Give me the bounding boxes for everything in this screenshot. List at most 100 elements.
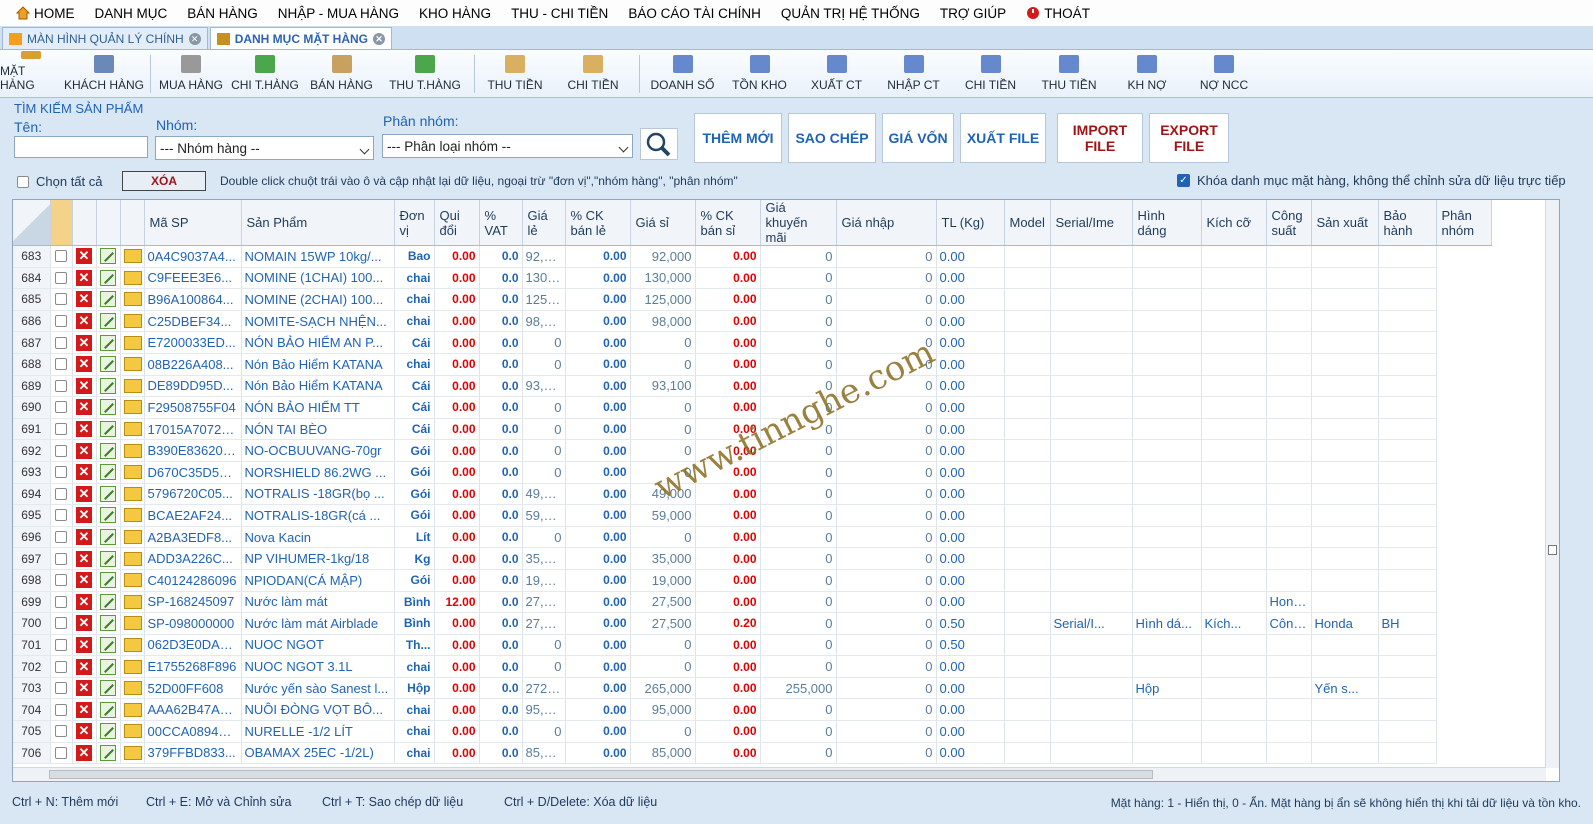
folder-icon[interactable] — [123, 659, 142, 674]
edit-icon[interactable] — [100, 658, 116, 675]
table-cell[interactable]: chai — [394, 353, 435, 376]
table-cell[interactable]: Serial/I... — [1050, 612, 1133, 635]
edit-icon[interactable] — [100, 593, 116, 610]
table-cell[interactable] — [1050, 742, 1133, 765]
table-cell[interactable]: 95,000 — [630, 698, 696, 722]
row-folder[interactable] — [120, 526, 145, 549]
table-cell[interactable]: Gói — [394, 439, 435, 462]
table-cell[interactable]: 0.00 — [434, 439, 480, 462]
table-cell[interactable]: 0 — [836, 634, 937, 657]
folder-icon[interactable] — [123, 681, 142, 696]
table-cell[interactable]: 0 — [760, 612, 837, 635]
row-checkbox[interactable] — [50, 720, 73, 743]
edit-icon[interactable] — [100, 507, 116, 524]
table-cell[interactable] — [1378, 677, 1437, 700]
table-cell[interactable]: 0 — [836, 677, 937, 700]
table-cell[interactable]: 0.00 — [695, 547, 761, 570]
table-cell[interactable] — [1311, 418, 1379, 441]
table-cell[interactable] — [1378, 418, 1437, 441]
table-cell[interactable]: 0.00 — [434, 461, 480, 484]
name-input[interactable] — [14, 136, 148, 158]
row-delete[interactable]: ✕ — [72, 526, 97, 549]
table-cell[interactable]: 0.00 — [565, 353, 631, 376]
table-row[interactable]: 695 ✕ BCAE2AF24... NOTRALIS-18GR(cá ... Gói 0… — [13, 504, 1546, 527]
table-cell[interactable]: Cái — [394, 331, 435, 354]
table-cell[interactable]: 0.00 — [695, 655, 761, 678]
row-edit[interactable] — [96, 569, 121, 592]
col-header[interactable]: Sản xuất — [1311, 200, 1379, 246]
toolbar-button-0[interactable]: MẶT HÀNG — [0, 51, 62, 97]
table-cell[interactable]: 49,000 — [630, 483, 696, 506]
edit-icon[interactable] — [100, 442, 116, 459]
table-row[interactable]: 686 ✕ C25DBEF34... NOMITE-SẠCH NHỆN... chai 0… — [13, 310, 1546, 333]
row-checkbox[interactable] — [50, 245, 73, 268]
table-cell[interactable] — [1266, 526, 1312, 549]
row-checkbox[interactable] — [50, 591, 73, 614]
table-cell[interactable] — [1378, 245, 1437, 268]
folder-icon[interactable] — [123, 400, 142, 415]
table-cell[interactable] — [1004, 418, 1051, 441]
delete-icon[interactable]: ✕ — [76, 723, 92, 740]
table-cell[interactable]: Gói — [394, 461, 435, 484]
row-delete[interactable]: ✕ — [72, 634, 97, 657]
table-cell[interactable]: 0.00 — [565, 591, 631, 614]
row-folder[interactable] — [120, 634, 145, 657]
edit-icon[interactable] — [100, 399, 116, 416]
table-cell[interactable] — [1050, 331, 1133, 354]
folder-icon[interactable] — [123, 357, 142, 372]
table-row[interactable]: 694 ✕ 5796720C05... NOTRALIS -18GR(bọ ... Gó… — [13, 483, 1546, 506]
table-cell[interactable]: 0.00 — [434, 245, 480, 268]
table-cell[interactable] — [1050, 569, 1133, 592]
table-cell[interactable]: 0.00 — [695, 310, 761, 333]
toolbar-button-13[interactable]: THU TIỀN — [1029, 51, 1109, 97]
row-delete[interactable]: ✕ — [72, 504, 97, 527]
table-cell[interactable] — [1132, 375, 1202, 398]
table-cell[interactable]: Nova Kacin — [241, 526, 395, 549]
table-cell[interactable]: DE89DD95D... — [144, 375, 242, 398]
table-cell[interactable]: 0.00 — [695, 569, 761, 592]
checkbox[interactable] — [55, 358, 67, 371]
table-cell[interactable] — [1266, 439, 1312, 462]
row-delete[interactable]: ✕ — [72, 698, 97, 722]
table-cell[interactable]: 95,000 — [522, 698, 566, 722]
table-cell[interactable]: 00CCA0894E... — [144, 720, 242, 743]
table-cell[interactable]: 85,000 — [630, 742, 696, 765]
table-cell[interactable]: 0.0 — [479, 331, 523, 354]
table-cell[interactable]: 35,000 — [522, 547, 566, 570]
table-cell[interactable]: 0.00 — [434, 375, 480, 398]
col-header[interactable]: Giá nhập — [836, 200, 937, 246]
table-cell[interactable] — [1378, 483, 1437, 506]
checkbox[interactable] — [55, 466, 67, 479]
table-cell[interactable] — [1132, 310, 1202, 333]
table-cell[interactable]: 0 — [836, 720, 937, 743]
edit-icon[interactable] — [100, 744, 116, 761]
table-cell[interactable] — [1266, 418, 1312, 441]
table-cell[interactable] — [1132, 483, 1202, 506]
table-cell[interactable]: 98,000 — [522, 310, 566, 333]
delete-icon[interactable]: ✕ — [76, 269, 92, 286]
table-cell[interactable]: 0.20 — [695, 612, 761, 635]
edit-icon[interactable] — [100, 723, 116, 740]
table-cell[interactable]: 0.0 — [479, 634, 523, 657]
table-cell[interactable]: 0 — [760, 591, 837, 614]
table-cell[interactable] — [1266, 742, 1312, 765]
table-cell[interactable]: 0 — [760, 634, 837, 657]
table-cell[interactable]: 0.00 — [565, 310, 631, 333]
row-edit[interactable] — [96, 591, 121, 614]
folder-icon[interactable] — [123, 745, 142, 760]
row-delete[interactable]: ✕ — [72, 439, 97, 462]
table-row[interactable]: 703 ✕ 52D00FF608 Nước yến sào Sanest l... Hộ… — [13, 677, 1546, 700]
table-cell[interactable]: 0.00 — [936, 288, 1005, 311]
row-edit[interactable] — [96, 331, 121, 354]
table-cell[interactable]: 0 — [760, 655, 837, 678]
action-button-3[interactable]: XUẤT FILE — [960, 113, 1046, 163]
row-edit[interactable] — [96, 375, 121, 398]
table-cell[interactable]: D670C35D5C... — [144, 461, 242, 484]
table-cell[interactable]: 0 — [760, 353, 837, 376]
table-cell[interactable]: 0.00 — [695, 634, 761, 657]
row-folder[interactable] — [120, 288, 145, 311]
table-cell[interactable]: 0.0 — [479, 375, 523, 398]
table-cell[interactable] — [1004, 331, 1051, 354]
table-cell[interactable]: 0 — [760, 267, 837, 290]
table-cell[interactable]: chai — [394, 288, 435, 311]
